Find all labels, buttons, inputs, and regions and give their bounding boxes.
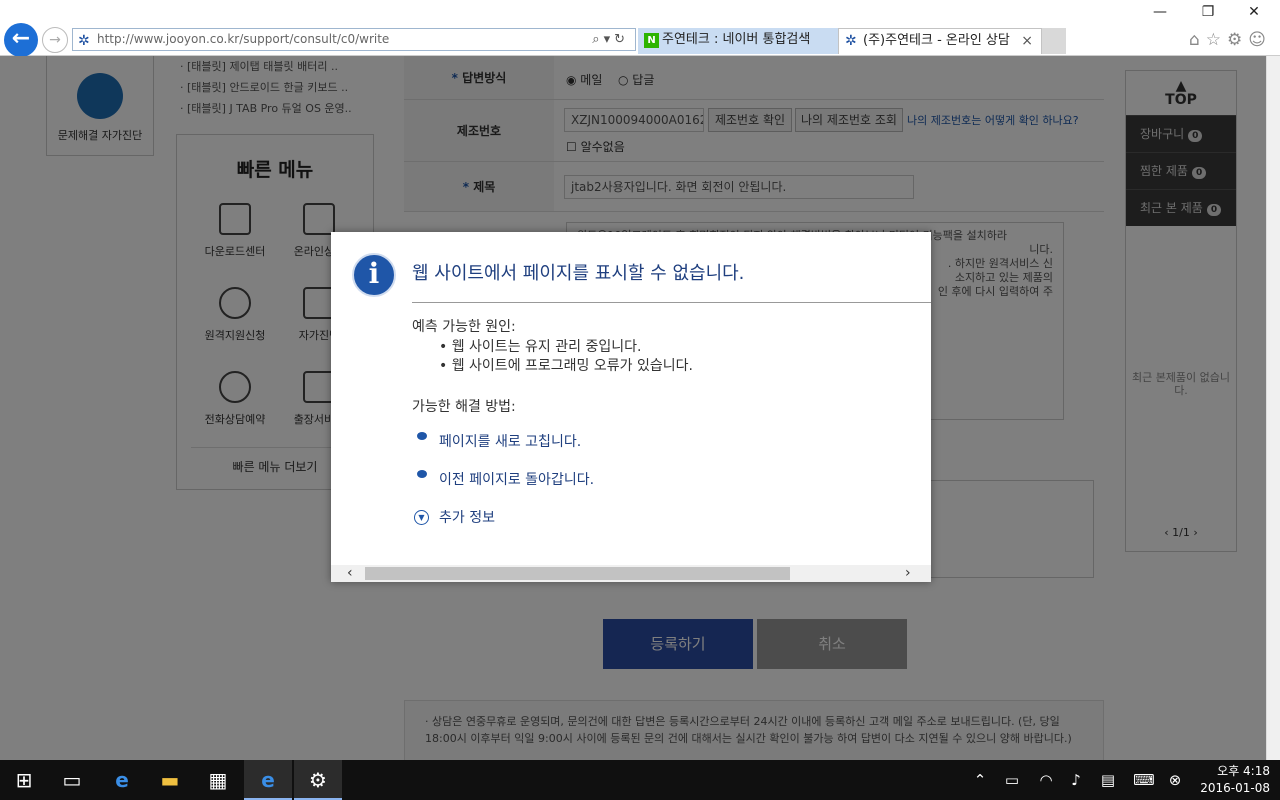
close-window-button[interactable]: ✕ [1234,4,1274,20]
keyboard-icon[interactable]: ⌨ [1130,760,1158,800]
taskbar: ⊞ ▭ e ▬ ▦ e ⚙ ⌃ ▭ ◠ ♪ ▤ ⌨ ⊗ 오후 4:18 2016… [0,760,1280,800]
back-link[interactable]: 이전 페이지로 돌아갑니다. [439,469,594,489]
tab-label: 주연테크 : 네이버 통합검색 [662,32,811,47]
clock-date: 2016-01-08 [1200,781,1270,795]
forward-button[interactable]: → [42,27,68,53]
battery-icon[interactable]: ▭ [1000,760,1024,800]
scroll-thumb[interactable] [365,567,790,580]
cause-item: • 웹 사이트에 프로그래밍 오류가 있습니다. [439,358,693,374]
bullet-dot-icon [417,470,427,478]
refresh-link[interactable]: 페이지를 새로 고칩니다. [439,431,581,451]
new-tab-button[interactable] [1042,28,1066,54]
site-favicon-icon: ✲ [845,33,857,49]
tab-jooyon[interactable]: ✲ (주)주연테크 - 온라인 상담 × [838,28,1042,54]
expand-down-icon[interactable]: ▼ [414,510,429,525]
toolbar-icons[interactable]: ⌂☆⚙☺ [1189,30,1272,50]
more-info-link[interactable]: 추가 정보 [439,507,495,527]
edge-icon[interactable]: e [98,760,146,800]
dialog-horizontal-scrollbar[interactable]: ‹ › [331,565,931,582]
minimize-button[interactable]: — [1140,4,1180,20]
tray-chevron-icon[interactable]: ⌃ [968,760,992,800]
tab-naver[interactable]: N 주연테크 : 네이버 통합검색 [638,28,838,54]
close-tab-icon[interactable]: × [1021,29,1033,53]
clock[interactable]: 오후 4:18 2016-01-08 [1200,763,1270,797]
start-icon[interactable]: ⊞ [0,760,48,800]
browser-chrome: — ❐ ✕ ← → ✲ http://www.jooyon.co.kr/supp… [0,0,1280,57]
restore-button[interactable]: ❐ [1188,4,1228,20]
causes-heading: 예측 가능한 원인: [412,319,516,335]
cause-item: • 웹 사이트는 유지 관리 중입니다. [439,339,642,355]
screen: — ❐ ✕ ← → ✲ http://www.jooyon.co.kr/supp… [0,0,1280,800]
error-dialog: i 웹 사이트에서 페이지를 표시할 수 없습니다. 예측 가능한 원인: • … [331,232,931,582]
scroll-right-icon[interactable]: › [905,565,911,582]
naver-icon: N [644,33,659,48]
vertical-scrollbar[interactable] [1266,56,1280,760]
file-explorer-icon[interactable]: ▬ [146,760,194,800]
address-text: http://www.jooyon.co.kr/support/consult/… [97,32,390,46]
site-favicon-icon: ✲ [78,33,90,49]
notification-icon[interactable]: ▤ [1096,760,1120,800]
search-refresh-icon[interactable]: ⌕▾↻ [592,29,629,50]
wifi-icon[interactable]: ◠ [1034,760,1058,800]
dialog-title: 웹 사이트에서 페이지를 표시할 수 없습니다. [412,263,745,284]
tab-label: (주)주연테크 - 온라인 상담 [863,33,1010,48]
store-icon[interactable]: ▦ [194,760,242,800]
info-icon: i [352,253,396,297]
back-button[interactable]: ← [4,23,38,57]
clock-time: 오후 4:18 [1217,764,1270,778]
bullet-dot-icon [417,432,427,440]
address-bar[interactable]: ✲ http://www.jooyon.co.kr/support/consul… [72,28,636,51]
close-circle-icon[interactable]: ⊗ [1164,760,1186,800]
internet-explorer-icon[interactable]: e [244,760,292,800]
settings-icon[interactable]: ⚙ [294,760,342,800]
scroll-left-icon[interactable]: ‹ [347,565,353,582]
volume-icon[interactable]: ♪ [1064,760,1088,800]
solutions-heading: 가능한 해결 방법: [412,399,516,415]
task-view-icon[interactable]: ▭ [48,760,96,800]
dialog-divider [412,302,931,303]
